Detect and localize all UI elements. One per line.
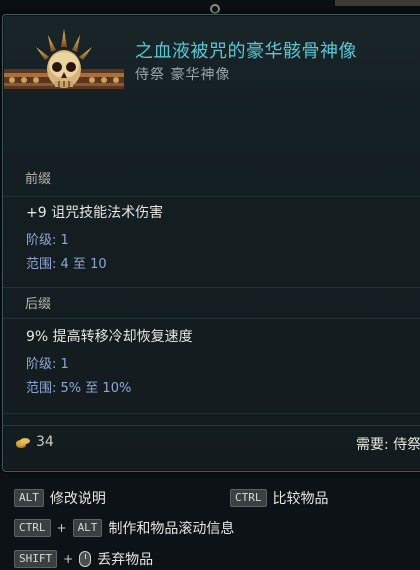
hint-shift: SHIFT + 丢弃物品: [14, 549, 153, 569]
gear-icon[interactable]: [210, 4, 220, 14]
top-strip: [0, 0, 420, 14]
hint-combo-label: 制作和物品滚动信息: [108, 521, 235, 537]
suffix-tier-value: 1: [60, 357, 69, 372]
alt-key: ALT: [14, 489, 44, 507]
hint-ctrl-label: 比较物品: [272, 491, 329, 507]
shift-key: SHIFT: [14, 550, 58, 568]
suffix-stat: 9% 提高转移冷却恢复速度: [26, 329, 193, 345]
hint-ctrl: CTRL 比较物品: [230, 488, 329, 508]
prefix-range-value: 4 至 10: [60, 257, 107, 272]
ctrl-key-2: CTRL: [14, 519, 51, 537]
suffix-range-value: 5% 至 10%: [60, 381, 132, 396]
tooltip-header: 之血液被咒的豪华骸骨神像 侍祭 豪华神像: [3, 15, 420, 125]
coin-value: 34: [36, 434, 54, 450]
skull-idol-icon: [4, 29, 124, 89]
prefix-tier-label: 阶级:: [26, 233, 57, 248]
item-tooltip: 之血液被咒的豪华骸骨神像 侍祭 豪华神像 前缀 +9 诅咒技能法术伤害 阶级: …: [2, 14, 420, 472]
top-tag: [335, 0, 420, 6]
prefix-stat: +9 诅咒技能法术伤害: [26, 205, 164, 221]
hint-shift-label: 丢弃物品: [97, 552, 154, 568]
item-subtitle: 侍祭 豪华神像: [135, 67, 231, 83]
hint-alt-label: 修改说明: [49, 491, 106, 507]
plus-sign-2: +: [63, 552, 74, 566]
suffix-tier: 阶级: 1: [26, 353, 69, 372]
suffix-label: 后缀: [25, 297, 52, 312]
mouse-icon: [79, 551, 92, 567]
prefix-tier-value: 1: [60, 233, 69, 248]
gold-coin-icon: [16, 438, 30, 448]
ctrl-key: CTRL: [230, 489, 267, 507]
requirement-text: 需要: 侍祭: [356, 437, 420, 453]
prefix-tier: 阶级: 1: [26, 229, 69, 248]
hint-alt: ALT 修改说明: [14, 488, 106, 508]
plus-sign: +: [56, 521, 67, 535]
prefix-range: 范围: 4 至 10: [26, 253, 107, 272]
hint-ctrl-alt: CTRL + ALT 制作和物品滚动信息: [14, 518, 234, 538]
footer-divider: [3, 425, 420, 426]
item-title: 之血液被咒的豪华骸骨神像: [135, 41, 357, 62]
alt-key-2: ALT: [72, 519, 103, 537]
suffix-range-label: 范围:: [26, 381, 57, 396]
prefix-range-label: 范围:: [26, 257, 57, 272]
suffix-tier-label: 阶级:: [26, 357, 57, 372]
prefix-label: 前缀: [25, 172, 52, 187]
suffix-range: 范围: 5% 至 10%: [26, 377, 131, 396]
